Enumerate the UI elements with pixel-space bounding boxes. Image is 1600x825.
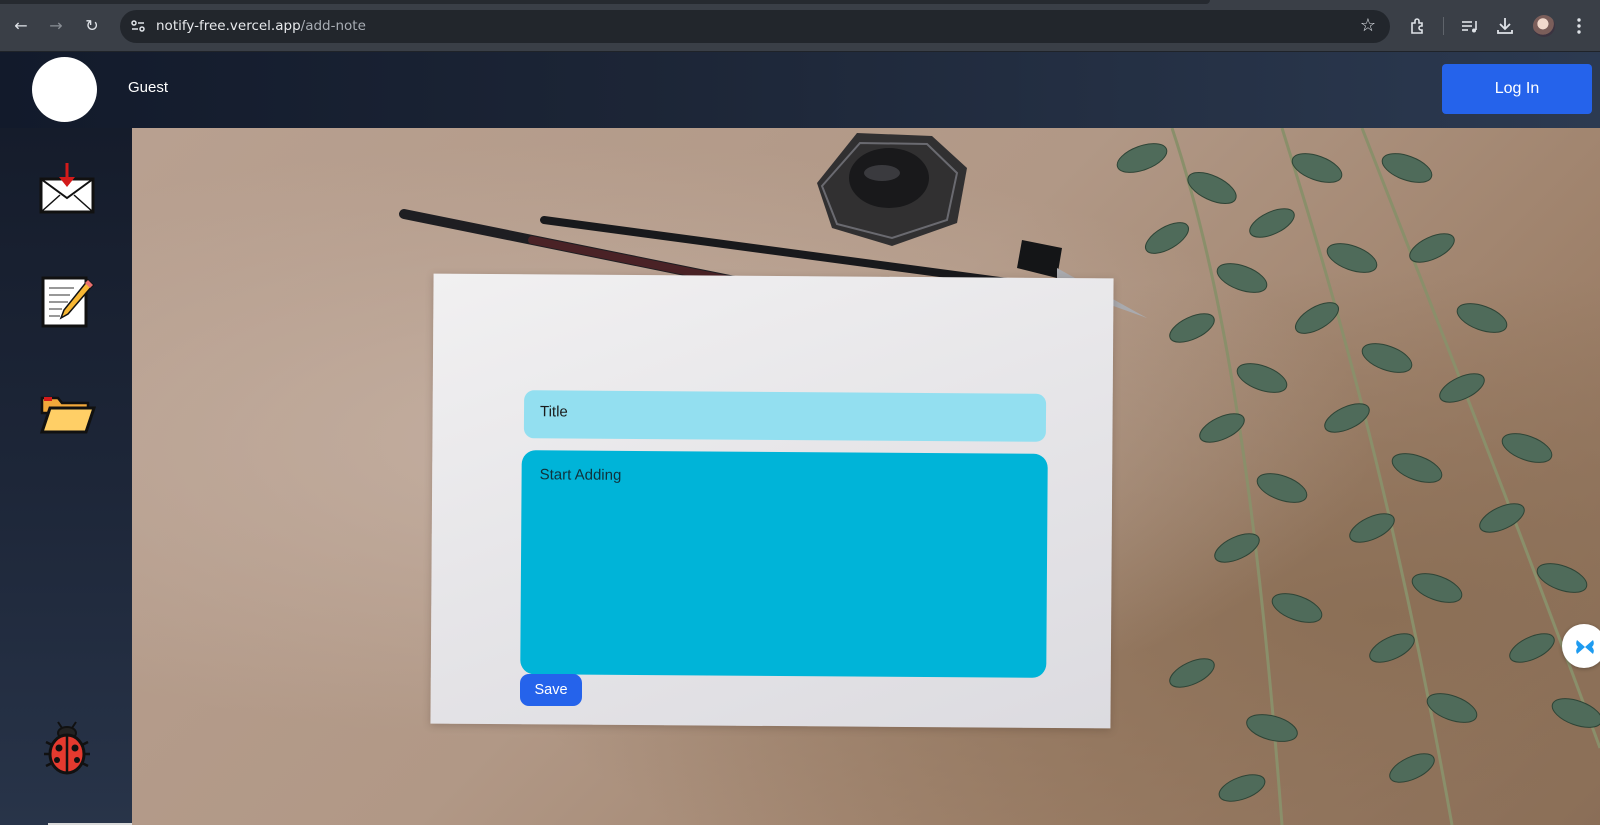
back-icon[interactable]: ← <box>10 15 32 37</box>
butterfly-icon <box>1576 640 1594 654</box>
user-avatar[interactable] <box>32 57 97 122</box>
url-text: notify-free.vercel.app/add-note <box>156 18 366 34</box>
save-button[interactable]: Save <box>520 674 582 706</box>
eucalyptus-branches-image <box>1116 128 1600 825</box>
download-icon[interactable] <box>1494 15 1516 37</box>
title-input[interactable]: Title <box>523 390 1047 442</box>
address-bar[interactable]: notify-free.vercel.app/add-note ☆ <box>120 10 1390 43</box>
user-name: Guest <box>128 79 169 96</box>
extensions-icon[interactable] <box>1407 15 1429 37</box>
inbox-envelope-icon[interactable] <box>38 160 96 218</box>
site-info-icon[interactable] <box>130 18 146 34</box>
background-photo: Title Start Adding Save <box>132 128 1600 825</box>
memo-note-icon[interactable] <box>38 272 96 330</box>
bookmark-star-icon[interactable]: ☆ <box>1360 16 1376 36</box>
toolbar-separator <box>1443 17 1444 35</box>
tab-strip <box>0 0 1210 4</box>
note-body-textarea[interactable]: Start Adding <box>520 450 1048 678</box>
profile-avatar[interactable] <box>1533 15 1555 37</box>
floating-assistant-button[interactable] <box>1562 624 1600 668</box>
ladybug-icon[interactable] <box>38 720 96 778</box>
more-menu-icon[interactable] <box>1568 15 1590 37</box>
forward-icon[interactable]: → <box>45 15 67 37</box>
app-header: Guest Log In <box>0 52 1600 128</box>
browser-toolbar: ← → ↻ notify-free.vercel.app/add-note ☆ <box>0 0 1600 52</box>
login-button[interactable]: Log In <box>1442 64 1592 114</box>
sidebar <box>0 128 336 825</box>
ink-bottle-image <box>817 133 967 246</box>
reload-icon[interactable]: ↻ <box>81 15 103 37</box>
url-domain: notify-free.vercel.app <box>156 18 301 34</box>
url-path: /add-note <box>300 18 366 34</box>
media-control-icon[interactable] <box>1459 15 1481 37</box>
open-folder-icon[interactable] <box>38 384 96 442</box>
